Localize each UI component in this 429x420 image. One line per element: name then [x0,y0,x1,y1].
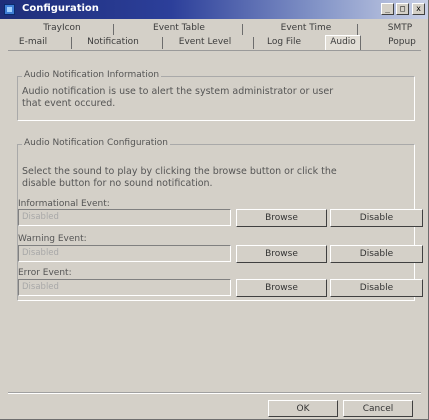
app-icon [4,4,15,15]
tab-log-file[interactable]: Log File [262,36,306,49]
configuration-window: Configuration _ □ x TrayIcon Event Table… [0,0,429,420]
maximize-icon: □ [400,4,405,13]
cancel-button[interactable]: Cancel [343,400,413,417]
minimize-button[interactable]: _ [381,3,394,15]
tab-separator [113,24,114,35]
warning-disable-button[interactable]: Disable [330,245,423,263]
window-title: Configuration [22,3,99,14]
tab-separator [357,24,358,35]
minimize-icon: _ [385,4,390,13]
tab-email[interactable]: E-mail [16,36,50,49]
warning-event-sound-field[interactable]: Disabled [18,245,231,262]
tab-audio[interactable]: Audio [325,35,361,50]
tab-smtp[interactable]: SMTP [384,22,416,35]
informational-event-sound-field[interactable]: Disabled [18,209,231,226]
audio-config-line-1: Select the sound to play by clicking the… [22,166,337,177]
ok-button[interactable]: OK [268,400,338,417]
audio-config-group-title: Audio Notification Configuration [22,138,170,148]
error-disable-button[interactable]: Disable [330,279,423,297]
maximize-button[interactable]: □ [396,3,409,15]
tab-event-level[interactable]: Event Level [173,36,237,49]
close-button[interactable]: x [412,3,425,15]
footer-divider-highlight [8,393,421,394]
error-event-sound-field[interactable]: Disabled [18,279,231,296]
tab-separator [242,24,243,35]
tab-event-time[interactable]: Event Time [275,22,337,35]
error-event-label: Error Event: [18,268,72,278]
audio-info-line-2: that event occured. [22,98,116,109]
tab-trayicon[interactable]: TrayIcon [36,22,88,35]
tab-event-table[interactable]: Event Table [146,22,212,35]
informational-browse-button[interactable]: Browse [236,209,327,227]
audio-info-description: Audio notification is use to alert the s… [22,86,414,110]
warning-browse-button[interactable]: Browse [236,245,327,263]
informational-disable-button[interactable]: Disable [330,209,423,227]
warning-event-label: Warning Event: [18,234,87,244]
close-icon: x [416,4,421,13]
title-bar[interactable]: Configuration _ □ x [0,0,428,19]
tab-separator [71,37,72,49]
tab-separator [162,37,163,49]
audio-config-line-2: disable button for no sound notification… [22,178,213,189]
tab-separator [253,37,254,49]
tab-strip-border [8,50,421,51]
tab-notification[interactable]: Notification [80,36,146,49]
audio-config-description: Select the sound to play by clicking the… [22,166,414,190]
audio-info-group: Audio Notification Information Audio not… [17,70,415,121]
error-browse-button[interactable]: Browse [236,279,327,297]
audio-info-group-title: Audio Notification Information [22,70,162,80]
tab-popup[interactable]: Popup [384,36,420,49]
audio-info-line-1: Audio notification is use to alert the s… [22,86,334,97]
informational-event-label: Informational Event: [18,199,110,209]
